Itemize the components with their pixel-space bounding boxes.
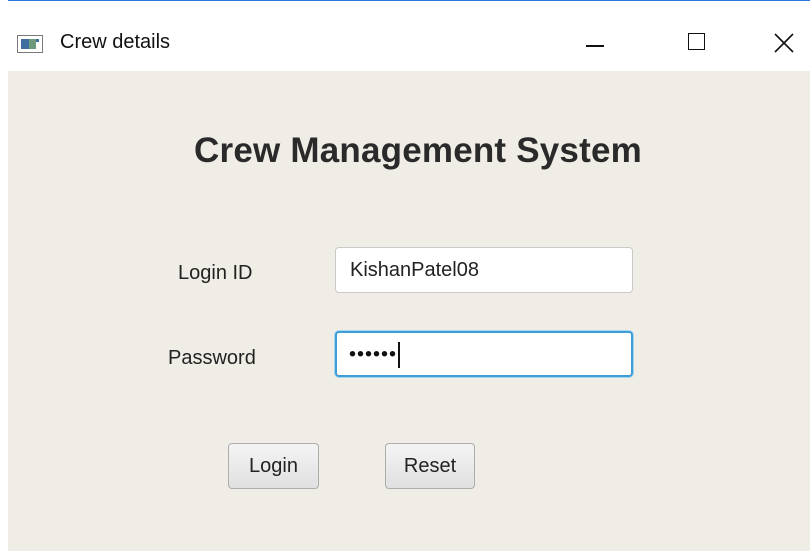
crew-details-window: Crew details Crew Management System Logi… <box>8 0 810 551</box>
maximize-icon <box>688 33 705 50</box>
password-mask: •••••• <box>349 343 398 366</box>
page-title: Crew Management System <box>194 131 642 170</box>
login-button[interactable]: Login <box>228 443 319 489</box>
maximize-button[interactable] <box>668 21 726 65</box>
window-title: Crew details <box>60 31 171 53</box>
close-icon <box>774 33 794 53</box>
close-button[interactable] <box>756 21 810 65</box>
text-caret <box>398 341 401 368</box>
login-id-input[interactable]: KishanPatel08 <box>335 247 633 293</box>
reset-button[interactable]: Reset <box>385 443 475 489</box>
password-label: Password <box>168 347 256 369</box>
login-id-label: Login ID <box>178 262 253 284</box>
password-input[interactable]: •••••• <box>335 331 633 377</box>
app-window-icon <box>17 35 43 53</box>
login-form-panel: Crew Management System Login ID KishanPa… <box>8 71 810 551</box>
minimize-button[interactable] <box>566 21 624 65</box>
title-bar[interactable]: Crew details <box>8 1 810 71</box>
minimize-icon <box>586 45 604 47</box>
